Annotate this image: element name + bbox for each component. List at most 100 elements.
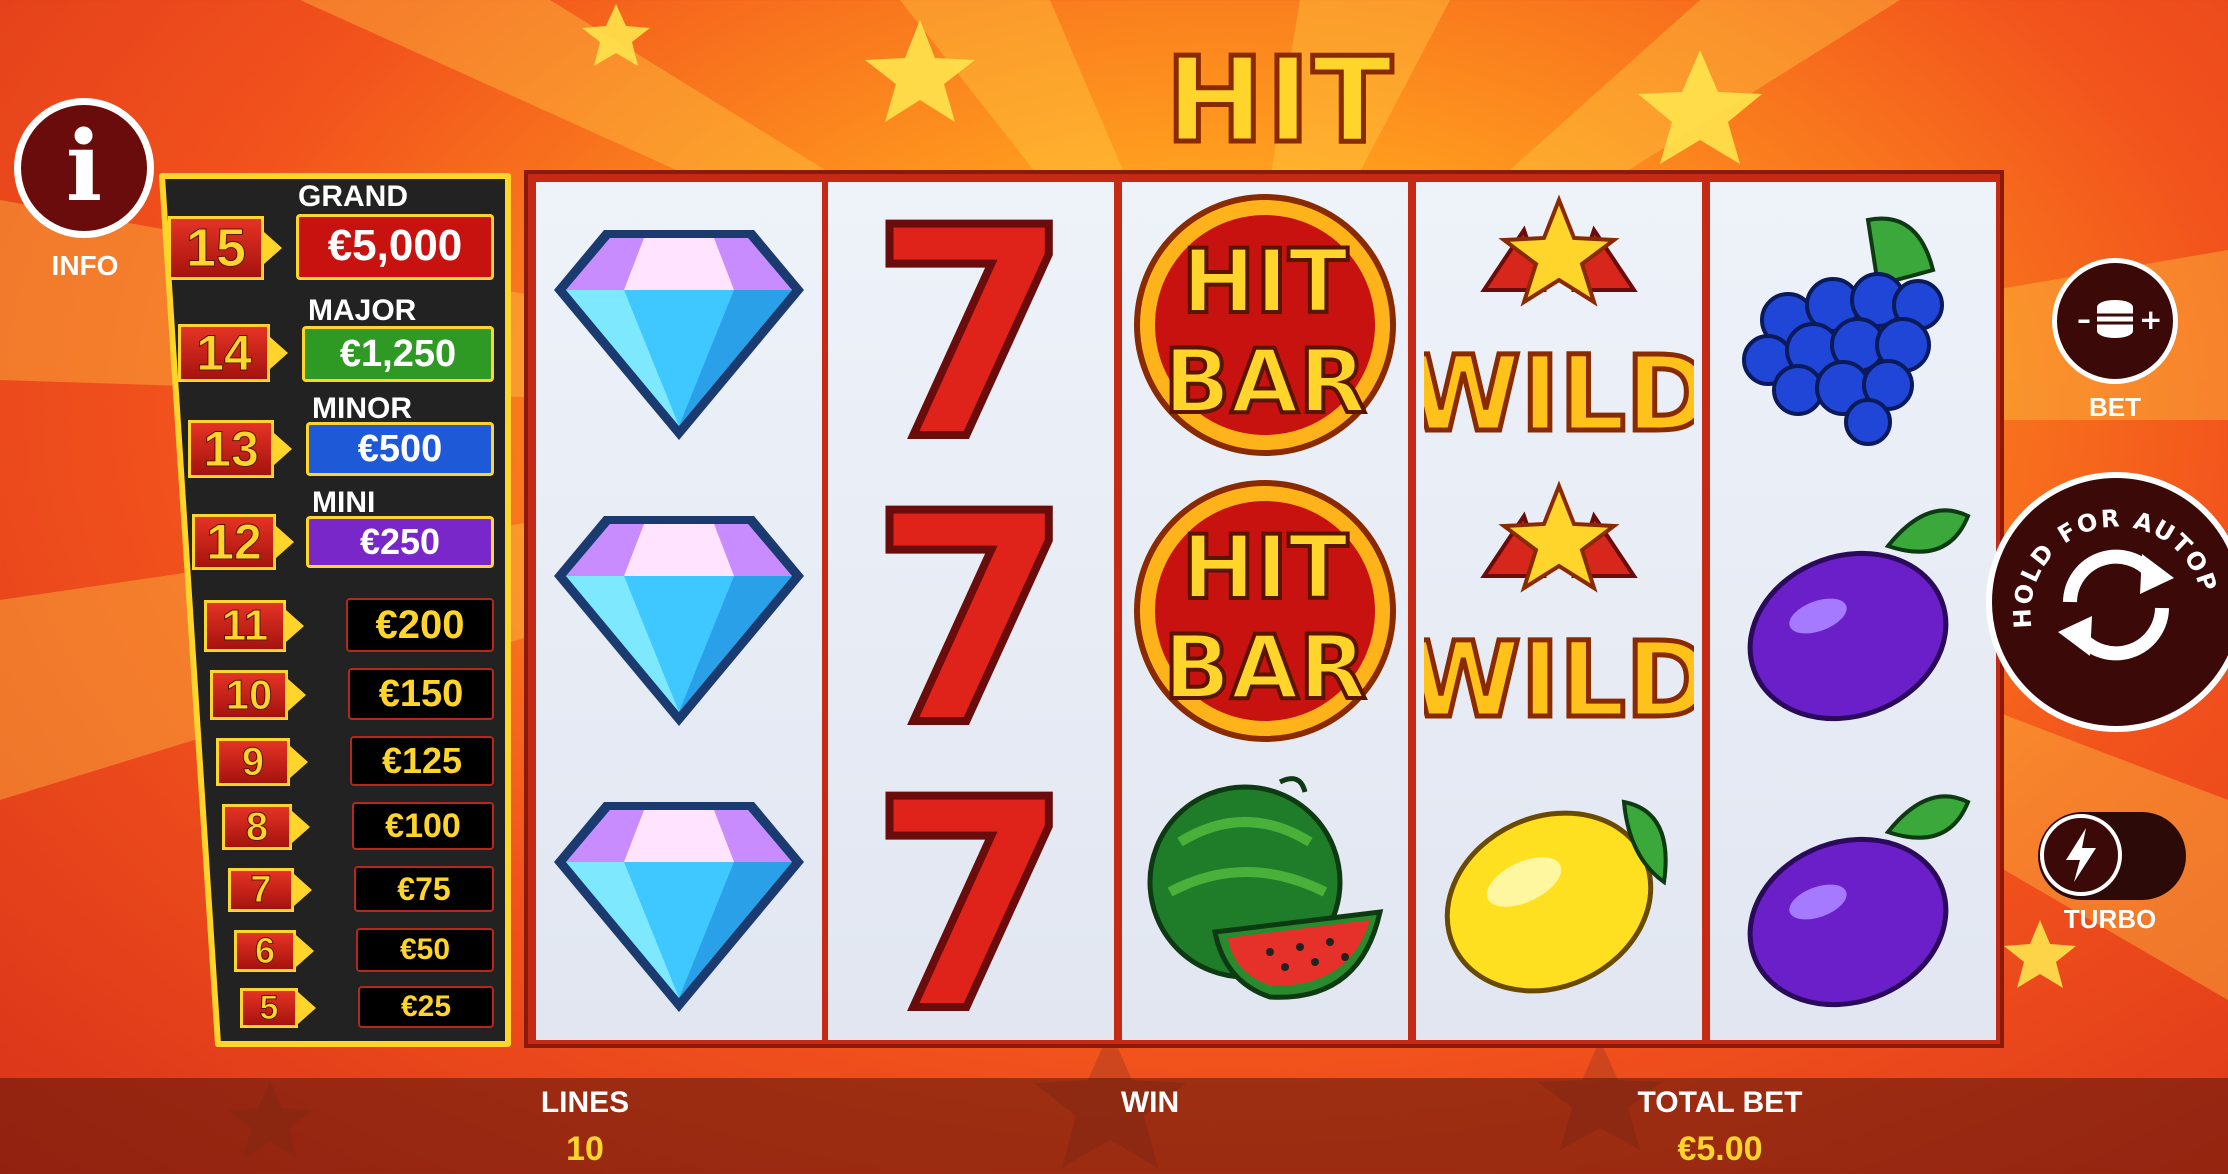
hitbar-icon: HIT BAR bbox=[1134, 480, 1396, 742]
svg-text:7: 7 bbox=[870, 190, 1072, 460]
prize-value-11: €200 bbox=[346, 598, 494, 652]
wild-symbol: WILD bbox=[1416, 468, 1702, 754]
turbo-label: TURBO bbox=[2063, 904, 2157, 934]
arrow-icon bbox=[274, 433, 292, 465]
svg-text:–: – bbox=[2077, 303, 2091, 336]
grapes-symbol bbox=[1710, 182, 1996, 468]
svg-text:WILD: WILD bbox=[1424, 619, 1694, 741]
turbo-knob[interactable] bbox=[2040, 814, 2122, 896]
wild-icon: WILD bbox=[1424, 480, 1694, 744]
arrow-icon bbox=[294, 874, 312, 906]
game-logo: HIT BARTM bbox=[1106, 29, 1450, 312]
arrow-icon bbox=[296, 935, 314, 967]
reel-2: 7 7 7 bbox=[828, 182, 1114, 1040]
info-icon: i bbox=[65, 110, 103, 223]
spin-arrows-icon: HOLD FOR AUTOPLAY bbox=[1992, 478, 2221, 661]
jackpot-name-grand: GRAND bbox=[298, 180, 408, 213]
lemon-icon bbox=[1444, 799, 1668, 994]
arrow-icon bbox=[286, 610, 304, 642]
watermelon-symbol bbox=[1122, 754, 1408, 1040]
seven-symbol: 7 bbox=[828, 754, 1114, 1040]
hits-12: 12 bbox=[192, 514, 276, 570]
svg-text:+: + bbox=[2139, 303, 2162, 336]
hitbar-symbol: HIT BAR bbox=[1122, 182, 1408, 468]
jackpot-name-minor: MINOR bbox=[312, 392, 412, 425]
jackpot-value-minor: €500 bbox=[306, 422, 494, 476]
diamond-symbol bbox=[536, 754, 822, 1040]
hits-8: 8 bbox=[222, 804, 292, 850]
svg-text:BAR: BAR bbox=[1164, 616, 1367, 719]
prize-value-9: €125 bbox=[350, 736, 494, 786]
arrow-icon bbox=[288, 679, 306, 711]
arrow-icon bbox=[264, 232, 282, 264]
plum-icon bbox=[1747, 508, 1971, 722]
reel-5 bbox=[1710, 182, 1996, 1040]
arrow-icon bbox=[276, 526, 294, 558]
arrow-icon bbox=[298, 992, 316, 1024]
hit-paytable: GRAND 15 €5,000 MAJOR 14 €1,250 MINOR 13… bbox=[156, 170, 514, 1050]
prize-value-8: €100 bbox=[352, 802, 494, 850]
hits-15: 15 bbox=[168, 216, 264, 280]
seven-icon: 7 bbox=[866, 762, 1076, 1032]
svg-text:WILD: WILD bbox=[1424, 333, 1694, 455]
jackpot-name-major: MAJOR bbox=[308, 294, 417, 327]
diamond-symbol bbox=[536, 468, 822, 754]
hits-10: 10 bbox=[210, 670, 288, 720]
seven-symbol: 7 bbox=[828, 182, 1114, 468]
hits-14: 14 bbox=[178, 324, 270, 382]
jackpot-value-mini: €250 bbox=[306, 516, 494, 568]
seven-icon: 7 bbox=[866, 476, 1076, 746]
plum-symbol bbox=[1710, 754, 1996, 1040]
reel-3: HIT BAR HIT BAR bbox=[1122, 182, 1408, 1040]
jackpot-name-mini: MINI bbox=[312, 486, 376, 519]
reel-1 bbox=[536, 182, 822, 1040]
win-label: WIN bbox=[1120, 1086, 1180, 1119]
diamond-icon bbox=[554, 516, 804, 726]
hitbar-symbol: HIT BAR bbox=[1122, 468, 1408, 754]
seven-symbol: 7 bbox=[828, 468, 1114, 754]
info-button[interactable]: i bbox=[14, 98, 154, 238]
hits-5: 5 bbox=[240, 988, 298, 1028]
jackpot-value-grand: €5,000 bbox=[296, 214, 494, 280]
hitbar-icon: HIT BAR bbox=[1134, 194, 1396, 456]
lemon-symbol bbox=[1416, 754, 1702, 1040]
svg-text:HIT: HIT bbox=[1182, 516, 1348, 619]
reel-grid: 7 7 7 HIT BAR HIT BAR WILD WILD bbox=[524, 170, 2004, 1048]
prize-value-5: €25 bbox=[358, 986, 494, 1028]
svg-text:BAR: BAR bbox=[1164, 330, 1367, 433]
prize-value-7: €75 bbox=[354, 866, 494, 912]
wild-icon: WILD bbox=[1424, 194, 1694, 458]
hits-13: 13 bbox=[188, 420, 274, 478]
plum-icon bbox=[1747, 794, 1971, 1008]
reel-4: WILD WILD bbox=[1416, 182, 1702, 1040]
watermelon-icon bbox=[1147, 776, 1384, 1000]
arrow-icon bbox=[292, 811, 310, 843]
hits-11: 11 bbox=[204, 600, 286, 652]
prize-value-10: €150 bbox=[348, 668, 494, 720]
bet-label: BET bbox=[2089, 392, 2141, 422]
diamond-icon bbox=[554, 802, 804, 1012]
svg-text:7: 7 bbox=[870, 476, 1072, 746]
spin-button[interactable]: HOLD FOR AUTOPLAY bbox=[1986, 472, 2228, 732]
plum-symbol bbox=[1710, 468, 1996, 754]
total-bet-label: TOTAL BET bbox=[1637, 1086, 1803, 1119]
jackpot-value-major: €1,250 bbox=[302, 326, 494, 382]
hits-6: 6 bbox=[234, 930, 296, 972]
diamond-icon bbox=[554, 230, 804, 440]
prize-value-6: €50 bbox=[356, 928, 494, 972]
grapes-icon bbox=[1742, 216, 1944, 446]
lines-value: 10 bbox=[566, 1130, 604, 1168]
hits-9: 9 bbox=[216, 738, 290, 786]
wild-symbol: WILD bbox=[1416, 182, 1702, 468]
seven-icon: 7 bbox=[866, 190, 1076, 460]
info-label: INFO bbox=[51, 250, 119, 281]
diamond-symbol bbox=[536, 182, 822, 468]
arrow-icon bbox=[270, 337, 288, 369]
arrow-icon bbox=[290, 746, 308, 778]
svg-text:HIT: HIT bbox=[1182, 230, 1348, 333]
lines-label: LINES bbox=[540, 1086, 630, 1119]
lightning-icon bbox=[2066, 828, 2096, 882]
hits-7: 7 bbox=[228, 868, 294, 912]
coin-stack-icon: – + bbox=[2077, 300, 2162, 338]
bet-button[interactable]: – + bbox=[2052, 258, 2178, 384]
